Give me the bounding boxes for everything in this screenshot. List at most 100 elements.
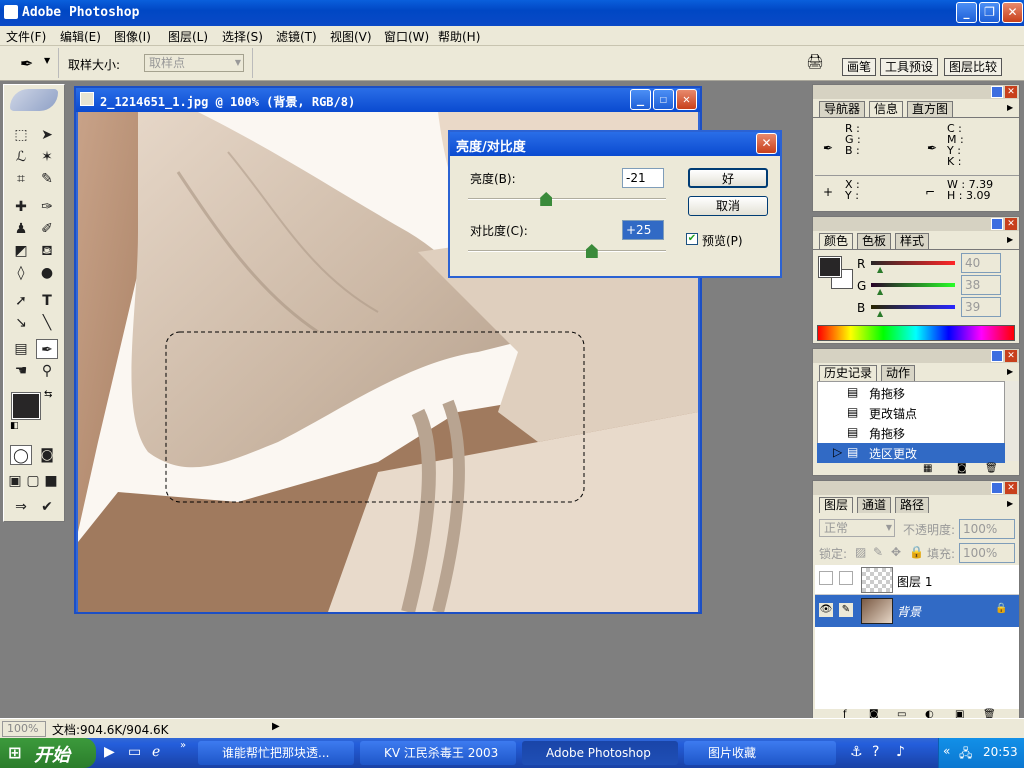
slice-tool-icon[interactable]: ✎ (36, 169, 58, 189)
panel-header[interactable]: ✕ (813, 349, 1019, 363)
history-scrollbar[interactable] (1005, 381, 1019, 461)
green-value-input[interactable]: 38 (961, 275, 1001, 295)
type-tool-icon[interactable]: T (36, 291, 58, 311)
palette-well-layer-comps[interactable]: 图层比较 (944, 58, 1003, 76)
dialog-title-bar[interactable]: 亮度/对比度 ✕ (450, 132, 780, 156)
history-item[interactable]: ▤ 更改锚点 (817, 403, 1005, 423)
status-menu-arrow-icon[interactable]: ▶ (272, 721, 280, 732)
tab-swatches[interactable]: 色板 (857, 233, 892, 249)
anchor-tray-icon[interactable]: ⚓ (850, 744, 863, 760)
color-ramp[interactable] (817, 325, 1015, 341)
layer-row-selected[interactable]: 👁 ✎ 背景 🔒 (815, 595, 1019, 627)
menu-layer[interactable]: 图层(L) (168, 28, 208, 45)
fill-input[interactable]: 100% (959, 543, 1015, 563)
default-colors-icon[interactable]: ◧ (10, 421, 19, 431)
menu-window[interactable]: 窗口(W) (384, 28, 429, 45)
tool-preset-chevron-icon[interactable]: ▼ (44, 56, 50, 65)
jump-to-imageready-icon[interactable]: ⇒ (10, 497, 32, 517)
sample-size-select[interactable]: 取样点 ▼ (144, 54, 244, 72)
blue-value-input[interactable]: 39 (961, 297, 1001, 317)
green-slider-thumb[interactable]: ▲ (877, 287, 883, 296)
show-desktop-icon[interactable]: ▭ (128, 744, 141, 760)
marquee-tool-icon[interactable]: ⬚ (10, 125, 32, 145)
tab-history[interactable]: 历史记录 (819, 365, 878, 381)
restore-button[interactable]: ❐ (979, 2, 1000, 23)
menu-file[interactable]: 文件(F) (6, 28, 46, 45)
media-player-icon[interactable]: ▶ (104, 744, 115, 760)
tab-channels[interactable]: 通道 (857, 497, 892, 513)
paint-bucket-tool-icon[interactable]: ⛾ (36, 241, 58, 261)
preview-checkbox[interactable]: ✔ (686, 233, 698, 245)
volume-tray-icon[interactable]: ♪ (896, 744, 905, 760)
menu-edit[interactable]: 编辑(E) (60, 28, 101, 45)
dodge-tool-icon[interactable]: ● (36, 263, 58, 283)
blue-slider-thumb[interactable]: ▲ (877, 309, 883, 318)
history-item[interactable]: ▤ 角拖移 (817, 423, 1005, 443)
zoom-tool-icon[interactable]: ⚲ (36, 361, 58, 381)
blend-mode-select[interactable]: 正常 ▼ (819, 519, 895, 537)
cancel-button[interactable]: 取消 (688, 196, 768, 216)
contrast-input[interactable]: +25 (622, 220, 664, 240)
red-slider[interactable] (871, 261, 955, 265)
menu-select[interactable]: 选择(S) (222, 28, 263, 45)
blue-slider[interactable] (871, 305, 955, 309)
panel-menu-icon[interactable]: ▶ (1007, 367, 1013, 376)
tab-layers[interactable]: 图层 (819, 497, 854, 513)
layer-name[interactable]: 背景 (897, 603, 921, 620)
panel-close-button[interactable]: ✕ (1005, 86, 1017, 98)
red-value-input[interactable]: 40 (961, 253, 1001, 273)
panel-menu-icon[interactable]: ▶ (1007, 499, 1013, 508)
eraser-tool-icon[interactable]: ◩ (10, 241, 32, 261)
task-button[interactable]: 图片收藏 (684, 741, 836, 765)
panel-menu-icon[interactable]: ▶ (1007, 103, 1013, 112)
layer-row[interactable]: 图层 1 (815, 565, 1019, 595)
tray-expand-icon[interactable]: « (943, 744, 950, 758)
tab-color[interactable]: 颜色 (819, 233, 854, 249)
feather-logo[interactable] (10, 89, 58, 111)
panel-close-button[interactable]: ✕ (1005, 218, 1017, 230)
magic-wand-tool-icon[interactable]: ✶ (36, 147, 58, 167)
document-title-bar[interactable]: 2_1214651_1.jpg @ 100% (背景, RGB/8) _ ☐ ✕ (76, 88, 700, 112)
eyedropper-tool-icon[interactable]: ✒ (36, 339, 58, 359)
opacity-input[interactable]: 100% (959, 519, 1015, 539)
quicklaunch-more-icon[interactable]: » (180, 740, 186, 751)
tab-actions[interactable]: 动作 (881, 365, 916, 381)
zoom-field[interactable]: 100% (2, 721, 46, 737)
panel-minimize-button[interactable] (991, 86, 1003, 98)
task-button[interactable]: KV 江民杀毒王 2003 (360, 741, 516, 765)
notes-tool-icon[interactable]: ▤ (10, 339, 32, 359)
brightness-slider[interactable] (468, 198, 666, 200)
hand-tool-icon[interactable]: ☚ (10, 361, 32, 381)
panel-close-button[interactable]: ✕ (1005, 482, 1017, 494)
history-item-selected[interactable]: ▷ ▤ 选区更改 (817, 443, 1005, 463)
menu-filter[interactable]: 滤镜(T) (276, 28, 317, 45)
tab-styles[interactable]: 样式 (895, 233, 930, 249)
ie-icon[interactable]: ℯ (152, 744, 160, 760)
panel-minimize-button[interactable] (991, 350, 1003, 362)
file-browser-icon[interactable]: 🖨 (806, 54, 828, 74)
panel-menu-icon[interactable]: ▶ (1007, 235, 1013, 244)
blur-tool-icon[interactable]: ◊ (10, 263, 32, 283)
history-brush-tool-icon[interactable]: ✐ (36, 219, 58, 239)
panel-header[interactable]: ✕ (813, 85, 1019, 99)
panel-header[interactable]: ✕ (813, 217, 1019, 231)
foreground-color-swatch[interactable] (11, 392, 41, 420)
network-icon[interactable]: 🖧 (959, 744, 972, 765)
help-tray-icon[interactable]: ? (872, 744, 879, 760)
history-item[interactable]: ▤ 角拖移 (817, 383, 1005, 403)
foreground-color-swatch[interactable] (818, 256, 842, 278)
start-button[interactable]: ⊞ 开始 (0, 738, 96, 768)
close-button[interactable]: ✕ (1002, 2, 1023, 23)
lock-transparency-icon[interactable]: ▨ (855, 545, 866, 559)
quick-mask-mode-icon[interactable]: ◙ (36, 445, 58, 465)
lock-image-icon[interactable]: ✎ (873, 545, 883, 559)
red-slider-thumb[interactable]: ▲ (877, 265, 883, 274)
panel-minimize-button[interactable] (991, 482, 1003, 494)
healing-brush-tool-icon[interactable]: ✚ (10, 197, 32, 217)
document-close-button[interactable]: ✕ (676, 89, 697, 110)
move-tool-icon[interactable]: ➤ (36, 125, 58, 145)
screen-mode-full-menu-icon[interactable]: ▢ (24, 471, 42, 491)
screen-mode-standard-icon[interactable]: ▣ (6, 471, 24, 491)
new-snapshot-icon[interactable]: ◙ (957, 463, 967, 474)
menu-help[interactable]: 帮助(H) (438, 28, 480, 45)
